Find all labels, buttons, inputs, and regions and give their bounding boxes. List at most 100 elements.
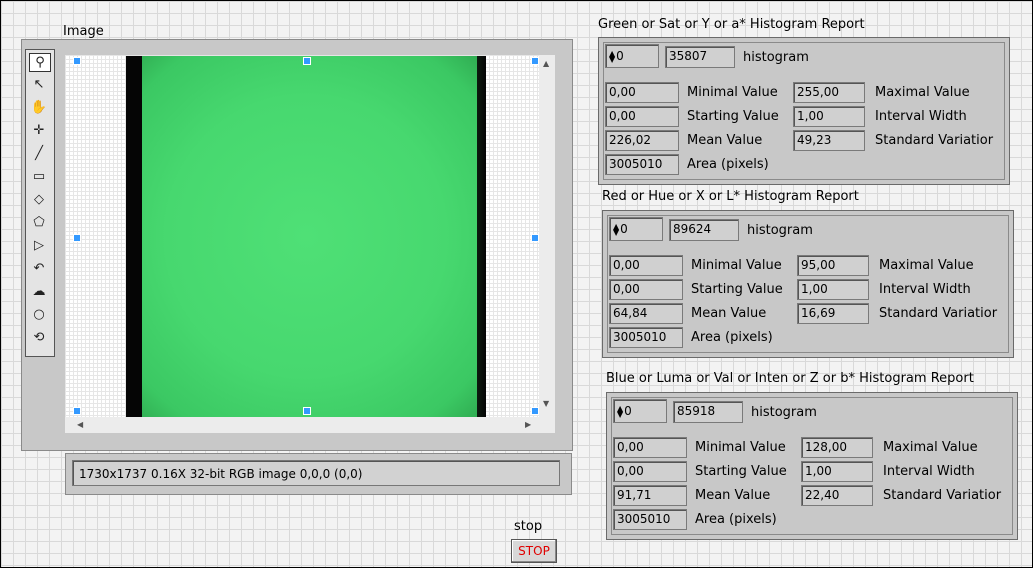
max-value-label: Maximal Value	[875, 85, 970, 100]
polygon-icon[interactable]: ⬠	[29, 214, 49, 231]
interval-width-field[interactable]: 1,00	[801, 461, 873, 482]
std-value-field[interactable]: 16,69	[797, 303, 869, 324]
start-value-field[interactable]: 0,00	[609, 279, 683, 300]
area-field[interactable]: 3005010	[605, 154, 679, 175]
roi-toolbox: ⚲ ↖ ✋ ✛ ╱ ▭ ◇ ⬠ ▷ ↶ ☁ ○ ⟲	[25, 49, 55, 357]
image-dark-edge-right	[477, 56, 486, 417]
std-value-field[interactable]: 22,40	[801, 485, 873, 506]
interval-width-label: Interval Width	[879, 282, 971, 297]
stop-caption: stop	[514, 519, 543, 534]
min-value-field[interactable]: 0,00	[605, 82, 679, 103]
roi-handle[interactable]	[531, 407, 539, 415]
area-label: Area (pixels)	[687, 157, 769, 172]
report-title: Blue or Luma or Val or Inten or Z or b* …	[606, 371, 974, 386]
stop-button[interactable]: STOP	[511, 539, 557, 563]
start-value-label: Starting Value	[695, 464, 787, 479]
start-value-field[interactable]: 0,00	[613, 461, 687, 482]
max-value-label: Maximal Value	[883, 440, 978, 455]
roi-handle[interactable]	[73, 57, 81, 65]
crosshair-icon[interactable]: ✛	[29, 122, 49, 139]
area-field[interactable]: 3005010	[609, 327, 683, 348]
histogram-report-blue: ▲ ▼0 85918 histogram 0,00 Minimal Value 1…	[606, 392, 1018, 540]
mean-value-field[interactable]: 226,02	[605, 130, 679, 151]
image-status-bar: 1730x1737 0.16X 32-bit RGB image 0,0,0 (…	[65, 453, 572, 495]
interval-width-label: Interval Width	[875, 109, 967, 124]
histogram-label: histogram	[743, 50, 809, 65]
start-value-field[interactable]: 0,00	[605, 106, 679, 127]
mean-value-label: Mean Value	[695, 488, 771, 503]
roi-handle[interactable]	[303, 57, 311, 65]
interval-width-field[interactable]: 1,00	[793, 106, 865, 127]
std-value-field[interactable]: 49,23	[793, 130, 865, 151]
image-status-text: 1730x1737 0.16X 32-bit RGB image 0,0,0 (…	[72, 460, 560, 486]
oval-icon[interactable]: ○	[29, 306, 49, 323]
min-value-field[interactable]: 0,00	[609, 255, 683, 276]
histogram-report-green: ▲ ▼0 35807 histogram 0,00 Minimal Value 2…	[598, 37, 1010, 185]
mean-value-label: Mean Value	[691, 306, 767, 321]
area-label: Area (pixels)	[691, 330, 773, 345]
freehand-line-icon[interactable]: ↶	[29, 260, 49, 277]
broken-line-icon[interactable]: ⟲	[29, 329, 49, 346]
min-value-label: Minimal Value	[687, 85, 778, 100]
area-label: Area (pixels)	[695, 512, 777, 527]
pointer-icon[interactable]: ↖	[29, 76, 49, 93]
image-label: Image	[63, 24, 104, 39]
max-value-field[interactable]: 95,00	[797, 255, 869, 276]
histogram-count-field[interactable]: 35807	[665, 46, 735, 68]
index-value: 0	[620, 222, 628, 236]
rotated-rectangle-icon[interactable]: ◇	[29, 191, 49, 208]
max-value-field[interactable]: 128,00	[801, 437, 873, 458]
roi-handle[interactable]	[73, 234, 81, 242]
pan-hand-icon[interactable]: ✋	[29, 99, 49, 116]
scroll-down-arrow-icon[interactable]: ▼	[543, 399, 549, 408]
scroll-left-arrow-icon[interactable]: ◀	[77, 420, 83, 429]
spinner-arrows-icon[interactable]: ▲ ▼	[617, 404, 623, 418]
histogram-label: histogram	[747, 223, 813, 238]
roi-handle[interactable]	[73, 407, 81, 415]
mean-value-label: Mean Value	[687, 133, 763, 148]
image-dark-edge-left	[126, 56, 142, 417]
index-value: 0	[624, 404, 632, 418]
report-title: Green or Sat or Y or a* Histogram Report	[598, 17, 865, 32]
mean-value-field[interactable]: 64,84	[609, 303, 683, 324]
max-value-label: Maximal Value	[879, 258, 974, 273]
index-spinner[interactable]: ▲ ▼0	[609, 217, 663, 241]
max-value-field[interactable]: 255,00	[793, 82, 865, 103]
scroll-right-arrow-icon[interactable]: ▶	[525, 420, 531, 429]
spinner-arrows-icon[interactable]: ▲ ▼	[609, 49, 615, 63]
histogram-report-red: ▲ ▼0 89624 histogram 0,00 Minimal Value 9…	[602, 210, 1014, 358]
start-value-label: Starting Value	[691, 282, 783, 297]
roi-handle[interactable]	[303, 407, 311, 415]
spinner-arrows-icon[interactable]: ▲ ▼	[613, 222, 619, 236]
zoom-icon[interactable]: ⚲	[29, 53, 51, 72]
index-spinner[interactable]: ▲ ▼0	[605, 44, 659, 68]
annulus-icon[interactable]: ▷	[29, 237, 49, 254]
start-value-label: Starting Value	[687, 109, 779, 124]
index-spinner[interactable]: ▲ ▼0	[613, 399, 667, 423]
line-icon[interactable]: ╱	[29, 145, 49, 162]
scroll-up-arrow-icon[interactable]: ▲	[543, 59, 549, 68]
green-image	[126, 56, 486, 417]
roi-handle[interactable]	[531, 234, 539, 242]
rectangle-icon[interactable]: ▭	[29, 168, 49, 185]
freehand-region-icon[interactable]: ☁	[29, 283, 49, 300]
std-value-label: Standard Variatior	[875, 133, 994, 148]
front-panel: Image ⚲ ↖ ✋ ✛ ╱ ▭ ◇ ⬠ ▷ ↶ ☁ ○ ⟲ ▲ ▼ ◀ ▶ …	[0, 0, 1033, 568]
index-value: 0	[616, 49, 624, 63]
report-title: Red or Hue or X or L* Histogram Report	[602, 189, 859, 204]
area-field[interactable]: 3005010	[613, 509, 687, 530]
std-value-label: Standard Variatior	[883, 488, 1002, 503]
interval-width-label: Interval Width	[883, 464, 975, 479]
min-value-field[interactable]: 0,00	[613, 437, 687, 458]
std-value-label: Standard Variatior	[879, 306, 998, 321]
mean-value-field[interactable]: 91,71	[613, 485, 687, 506]
histogram-count-field[interactable]: 89624	[669, 219, 739, 241]
roi-handle[interactable]	[531, 57, 539, 65]
horizontal-scrollbar[interactable]: ◀ ▶	[65, 417, 555, 433]
min-value-label: Minimal Value	[695, 440, 786, 455]
histogram-count-field[interactable]: 85918	[673, 401, 743, 423]
min-value-label: Minimal Value	[691, 258, 782, 273]
interval-width-field[interactable]: 1,00	[797, 279, 869, 300]
histogram-label: histogram	[751, 405, 817, 420]
vertical-scrollbar[interactable]: ▲ ▼	[539, 55, 555, 417]
